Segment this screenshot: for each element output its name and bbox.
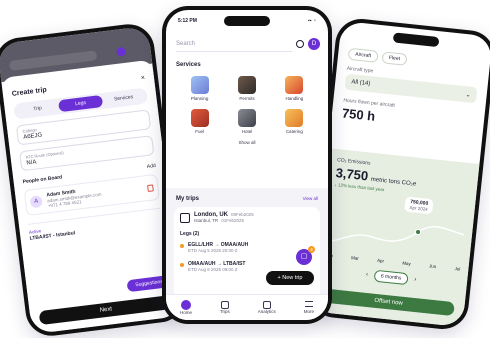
nav-more-label: More: [303, 309, 314, 314]
service-catering[interactable]: Catering: [271, 109, 318, 134]
background-avatar: [116, 46, 127, 57]
view-all-link[interactable]: View all: [303, 196, 318, 202]
nav-more[interactable]: More: [304, 301, 314, 314]
create-trip-sheet: Create trip × Trip Legs Services Callsig…: [0, 59, 184, 335]
leg-row[interactable]: EGLL/LHR → OMAA/AUH ETD Aug 5 2025 20:00…: [180, 242, 314, 253]
middle-phone: 5:12 PM ▪▪ ◔ Search D Services Planning …: [162, 6, 332, 324]
leg-dot: [180, 263, 184, 267]
notch: [392, 32, 440, 48]
trash-icon[interactable]: [146, 183, 154, 192]
month-tick: Apr: [376, 257, 385, 264]
menu-icon: [304, 301, 313, 307]
services-grid: Planning Permits Handling Fuel Hotel Cat…: [176, 76, 318, 134]
fab-badge: 4: [308, 246, 315, 253]
tooltip-date: Apr 2024: [409, 204, 428, 212]
service-hotel[interactable]: Hotel: [223, 109, 270, 134]
hours-value: 750 h: [341, 105, 376, 124]
calendar-icon: [180, 212, 190, 223]
tab-services[interactable]: Services: [101, 90, 145, 107]
leg-dot: [180, 244, 184, 248]
period-selector[interactable]: 6 months: [373, 269, 409, 286]
hotel-icon: [237, 109, 256, 127]
trip-card[interactable]: London, UK 09Feb2025 Istanbul, TR 01Feb2…: [174, 207, 320, 299]
new-trip-label: New trip: [282, 275, 303, 281]
notch: [224, 16, 270, 26]
next-button[interactable]: Next: [38, 294, 174, 326]
month-tick: Mar: [350, 255, 360, 261]
trip-date: 09Feb2025: [231, 212, 254, 217]
sheet-title: Create trip: [11, 86, 48, 98]
chart-tooltip: 750,000 Apr 2024: [404, 196, 434, 215]
handling-icon: [285, 76, 304, 94]
nav-home-label: Home: [179, 310, 192, 315]
add-person-link[interactable]: Add: [147, 163, 157, 170]
fuel-icon: [190, 109, 209, 127]
person-avatar: A: [29, 195, 43, 209]
month-tick: May: [402, 260, 412, 267]
leg-time: ETD Aug 6 2025 09:00 Z: [188, 267, 238, 272]
search-placeholder: Search: [176, 40, 196, 47]
avatar[interactable]: D: [308, 38, 320, 50]
services-title: Services: [176, 62, 201, 68]
service-fuel[interactable]: Fuel: [176, 109, 223, 134]
right-phone: Aircraft Fleet Aircraft type All (14) ⌄ …: [306, 16, 490, 332]
chat-icon: ▢: [300, 253, 308, 260]
close-icon[interactable]: ×: [140, 75, 145, 82]
right-screen: Aircraft Fleet Aircraft type All (14) ⌄ …: [311, 20, 490, 328]
nav-analytics[interactable]: Analytics: [258, 301, 276, 314]
co2-value: 3,750: [335, 165, 369, 184]
chevron-right-icon[interactable]: ›: [414, 277, 417, 283]
permits-icon: [237, 76, 256, 94]
service-permits[interactable]: Permits: [223, 76, 270, 101]
planning-icon: [190, 76, 209, 94]
nav-trips[interactable]: Trips: [220, 301, 230, 314]
aircraft-type-value: All (14): [351, 79, 371, 88]
status-icons: ▪▪ ◔: [308, 18, 316, 24]
trip-origin-date: 01Feb2025: [221, 218, 244, 223]
chevron-down-icon: ⌄: [465, 91, 471, 99]
search-bar[interactable]: Search: [176, 36, 292, 52]
month-tick: Jul: [454, 266, 461, 272]
middle-screen: 5:12 PM ▪▪ ◔ Search D Services Planning …: [166, 10, 328, 320]
chip-aircraft[interactable]: Aircraft: [347, 47, 379, 63]
tab-legs[interactable]: Legs: [58, 94, 103, 113]
nav-trips-label: Trips: [219, 309, 230, 314]
home-icon: [180, 300, 191, 310]
nav-home[interactable]: Home: [180, 300, 192, 315]
left-screen: Create trip × Trip Legs Services Callsig…: [0, 25, 184, 335]
left-phone: Create trip × Trip Legs Services Callsig…: [0, 21, 188, 338]
legs-label: Legs (2): [180, 231, 200, 237]
show-all-link[interactable]: Show all: [176, 140, 318, 145]
chart-point: [415, 228, 422, 235]
service-planning[interactable]: Planning: [176, 76, 223, 101]
chip-fleet[interactable]: Fleet: [381, 51, 408, 66]
offset-now-button[interactable]: Offset now: [322, 288, 455, 317]
people-label: People on Board: [22, 174, 63, 186]
chat-fab[interactable]: ▢ 4: [296, 246, 315, 265]
leg-time: ETD Aug 5 2025 20:00 Z: [188, 248, 238, 253]
chevron-left-icon[interactable]: ‹: [366, 272, 369, 278]
status-time: 5:12 PM: [178, 18, 197, 24]
emissions-panel: CO₂ Emissions 3,750 metric tons CO₂e ↓ 1…: [311, 148, 480, 328]
trips-title: My trips: [176, 196, 200, 202]
nav-analytics-label: Analytics: [257, 309, 276, 314]
analytics-icon: [262, 301, 271, 309]
catering-icon: [285, 109, 304, 127]
new-trip-button[interactable]: + New trip: [266, 271, 314, 285]
trip-origin: Istanbul, TR: [194, 218, 219, 223]
bottom-nav: Home Trips Analytics More: [166, 294, 328, 320]
tab-trip[interactable]: Trip: [15, 100, 59, 117]
emissions-line: [326, 225, 465, 244]
month-tick: Jun: [428, 263, 437, 270]
service-handling[interactable]: Handling: [271, 76, 318, 101]
search-icon[interactable]: [296, 40, 304, 48]
trips-icon: [220, 301, 229, 309]
